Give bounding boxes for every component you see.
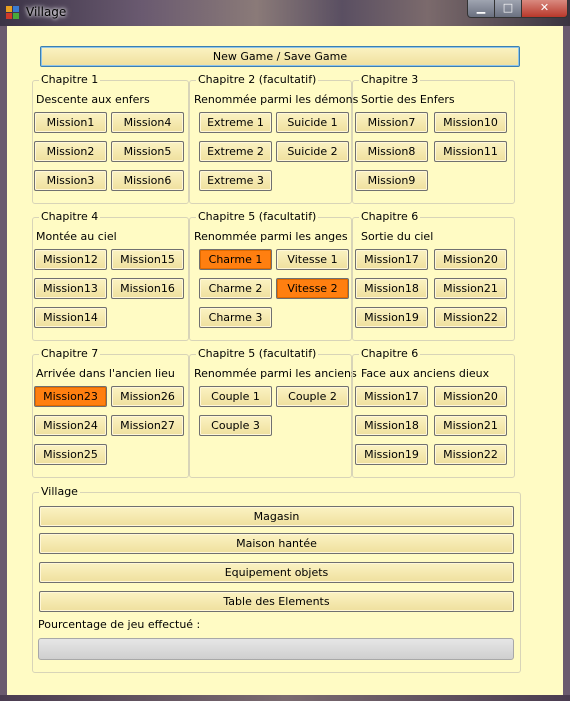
- charme-1-button[interactable]: Charme 1: [199, 249, 272, 270]
- mission9-button[interactable]: Mission9: [355, 170, 428, 191]
- window-border-right: [563, 26, 570, 695]
- mission27-button[interactable]: Mission27: [111, 415, 184, 436]
- chapter-subtitle: Face aux anciens dieux: [361, 367, 490, 380]
- chapter-title: Chapitre 4: [39, 210, 101, 223]
- chapter-title: Chapitre 6: [359, 347, 421, 360]
- mission12-button[interactable]: Mission12: [34, 249, 107, 270]
- minimize-button[interactable]: ▁: [467, 0, 495, 18]
- village-group: Village Magasin Maison hantée Equipement…: [32, 485, 521, 673]
- chapter-group-6: Chapitre 6 Sortie du ciel Mission17 Mission…: [352, 210, 515, 341]
- mission8-button[interactable]: Mission8: [355, 141, 428, 162]
- chapter-title: Chapitre 5 (facultatif): [196, 210, 319, 223]
- mission2-button[interactable]: Mission2: [34, 141, 107, 162]
- mission10-button[interactable]: Mission10: [434, 112, 507, 133]
- couple-2-button[interactable]: Couple 2: [276, 386, 349, 407]
- mission23-button[interactable]: Mission23: [34, 386, 107, 407]
- chapter-group-2: Chapitre 2 (facultatif) Renommée parmi le…: [189, 73, 358, 204]
- chapter-subtitle: Montée au ciel: [36, 230, 117, 243]
- chapter-title: Chapitre 7: [39, 347, 101, 360]
- equipement-objets-button[interactable]: Equipement objets: [39, 562, 514, 583]
- mission13-button[interactable]: Mission13: [34, 278, 107, 299]
- mission18-button[interactable]: Mission18: [355, 415, 428, 436]
- chapter-group-7: Chapitre 7 Arrivée dans l'ancien lieu Miss…: [32, 347, 189, 478]
- vitesse-2-button[interactable]: Vitesse 2: [276, 278, 349, 299]
- chapter-group-5: Chapitre 5 (facultatif) Renommée parmi le…: [189, 210, 352, 341]
- chapter-subtitle: Sortie du ciel: [361, 230, 434, 243]
- chapter-group-3: Chapitre 3 Sortie des Enfers Mission7 Missi…: [352, 73, 515, 204]
- mission20-button[interactable]: Mission20: [434, 386, 507, 407]
- extreme-1-button[interactable]: Extreme 1: [199, 112, 272, 133]
- mission24-button[interactable]: Mission24: [34, 415, 107, 436]
- mission5-button[interactable]: Mission5: [111, 141, 184, 162]
- chapter-title: Chapitre 1: [39, 73, 101, 86]
- mission11-button[interactable]: Mission11: [434, 141, 507, 162]
- mission15-button[interactable]: Mission15: [111, 249, 184, 270]
- mission18-button[interactable]: Mission18: [355, 278, 428, 299]
- mission19-button[interactable]: Mission19: [355, 307, 428, 328]
- village-group-title: Village: [39, 485, 80, 498]
- maison-hantee-button[interactable]: Maison hantée: [39, 533, 514, 554]
- chapter-group-1: Chapitre 1 Descente aux enfers Mission1 Mis…: [32, 73, 189, 204]
- mission21-button[interactable]: Mission21: [434, 415, 507, 436]
- progress-label: Pourcentage de jeu effectué :: [38, 618, 201, 631]
- chapter-subtitle: Renommée parmi les anges: [194, 230, 348, 243]
- magasin-button[interactable]: Magasin: [39, 506, 514, 527]
- mission1-button[interactable]: Mission1: [34, 112, 107, 133]
- mission16-button[interactable]: Mission16: [111, 278, 184, 299]
- mission6-button[interactable]: Mission6: [111, 170, 184, 191]
- game-progress-bar: [38, 638, 514, 660]
- suicide-2-button[interactable]: Suicide 2: [276, 141, 349, 162]
- mission19-button[interactable]: Mission19: [355, 444, 428, 465]
- table-elements-button[interactable]: Table des Elements: [39, 591, 514, 612]
- chapter-subtitle: Sortie des Enfers: [361, 93, 455, 106]
- charme-2-button[interactable]: Charme 2: [199, 278, 272, 299]
- vitesse-1-button[interactable]: Vitesse 1: [276, 249, 349, 270]
- chapter-title: Chapitre 2 (facultatif): [196, 73, 319, 86]
- maximize-button[interactable]: □: [494, 0, 522, 18]
- chapter-subtitle: Renommée parmi les démons: [194, 93, 359, 106]
- chapter-title: Chapitre 6: [359, 210, 421, 223]
- window-border-bottom: [0, 695, 570, 701]
- chapter-group-8: Chapitre 5 (facultatif) Renommée parmi le…: [189, 347, 357, 478]
- mission26-button[interactable]: Mission26: [111, 386, 184, 407]
- extreme-3-button[interactable]: Extreme 3: [199, 170, 272, 191]
- mission21-button[interactable]: Mission21: [434, 278, 507, 299]
- mission14-button[interactable]: Mission14: [34, 307, 107, 328]
- extreme-2-button[interactable]: Extreme 2: [199, 141, 272, 162]
- window-title: Village: [26, 5, 67, 19]
- couple-1-button[interactable]: Couple 1: [199, 386, 272, 407]
- mission22-button[interactable]: Mission22: [434, 444, 507, 465]
- mission20-button[interactable]: Mission20: [434, 249, 507, 270]
- chapter-subtitle: Descente aux enfers: [36, 93, 150, 106]
- mission17-button[interactable]: Mission17: [355, 249, 428, 270]
- chapter-group-4: Chapitre 4 Montée au ciel Mission12 Mission…: [32, 210, 189, 341]
- mission22-button[interactable]: Mission22: [434, 307, 507, 328]
- client-area: New Game / Save Game Chapitre 1 Descente …: [7, 26, 563, 695]
- mission4-button[interactable]: Mission4: [111, 112, 184, 133]
- suicide-1-button[interactable]: Suicide 1: [276, 112, 349, 133]
- couple-3-button[interactable]: Couple 3: [199, 415, 272, 436]
- new-save-game-button[interactable]: New Game / Save Game: [40, 46, 520, 67]
- chapter-group-9: Chapitre 6 Face aux anciens dieux Mission1…: [352, 347, 515, 478]
- close-button[interactable]: ✕: [521, 0, 568, 18]
- chapter-title: Chapitre 5 (facultatif): [196, 347, 319, 360]
- charme-3-button[interactable]: Charme 3: [199, 307, 272, 328]
- chapter-title: Chapitre 3: [359, 73, 421, 86]
- mission25-button[interactable]: Mission25: [34, 444, 107, 465]
- chapter-subtitle: Renommée parmi les anciens: [194, 367, 357, 380]
- mission3-button[interactable]: Mission3: [34, 170, 107, 191]
- window-border-left: [0, 26, 7, 695]
- title-bar: Village ▁ □ ✕: [0, 0, 570, 26]
- mission17-button[interactable]: Mission17: [355, 386, 428, 407]
- chapter-subtitle: Arrivée dans l'ancien lieu: [36, 367, 175, 380]
- app-icon: [6, 6, 19, 19]
- mission7-button[interactable]: Mission7: [355, 112, 428, 133]
